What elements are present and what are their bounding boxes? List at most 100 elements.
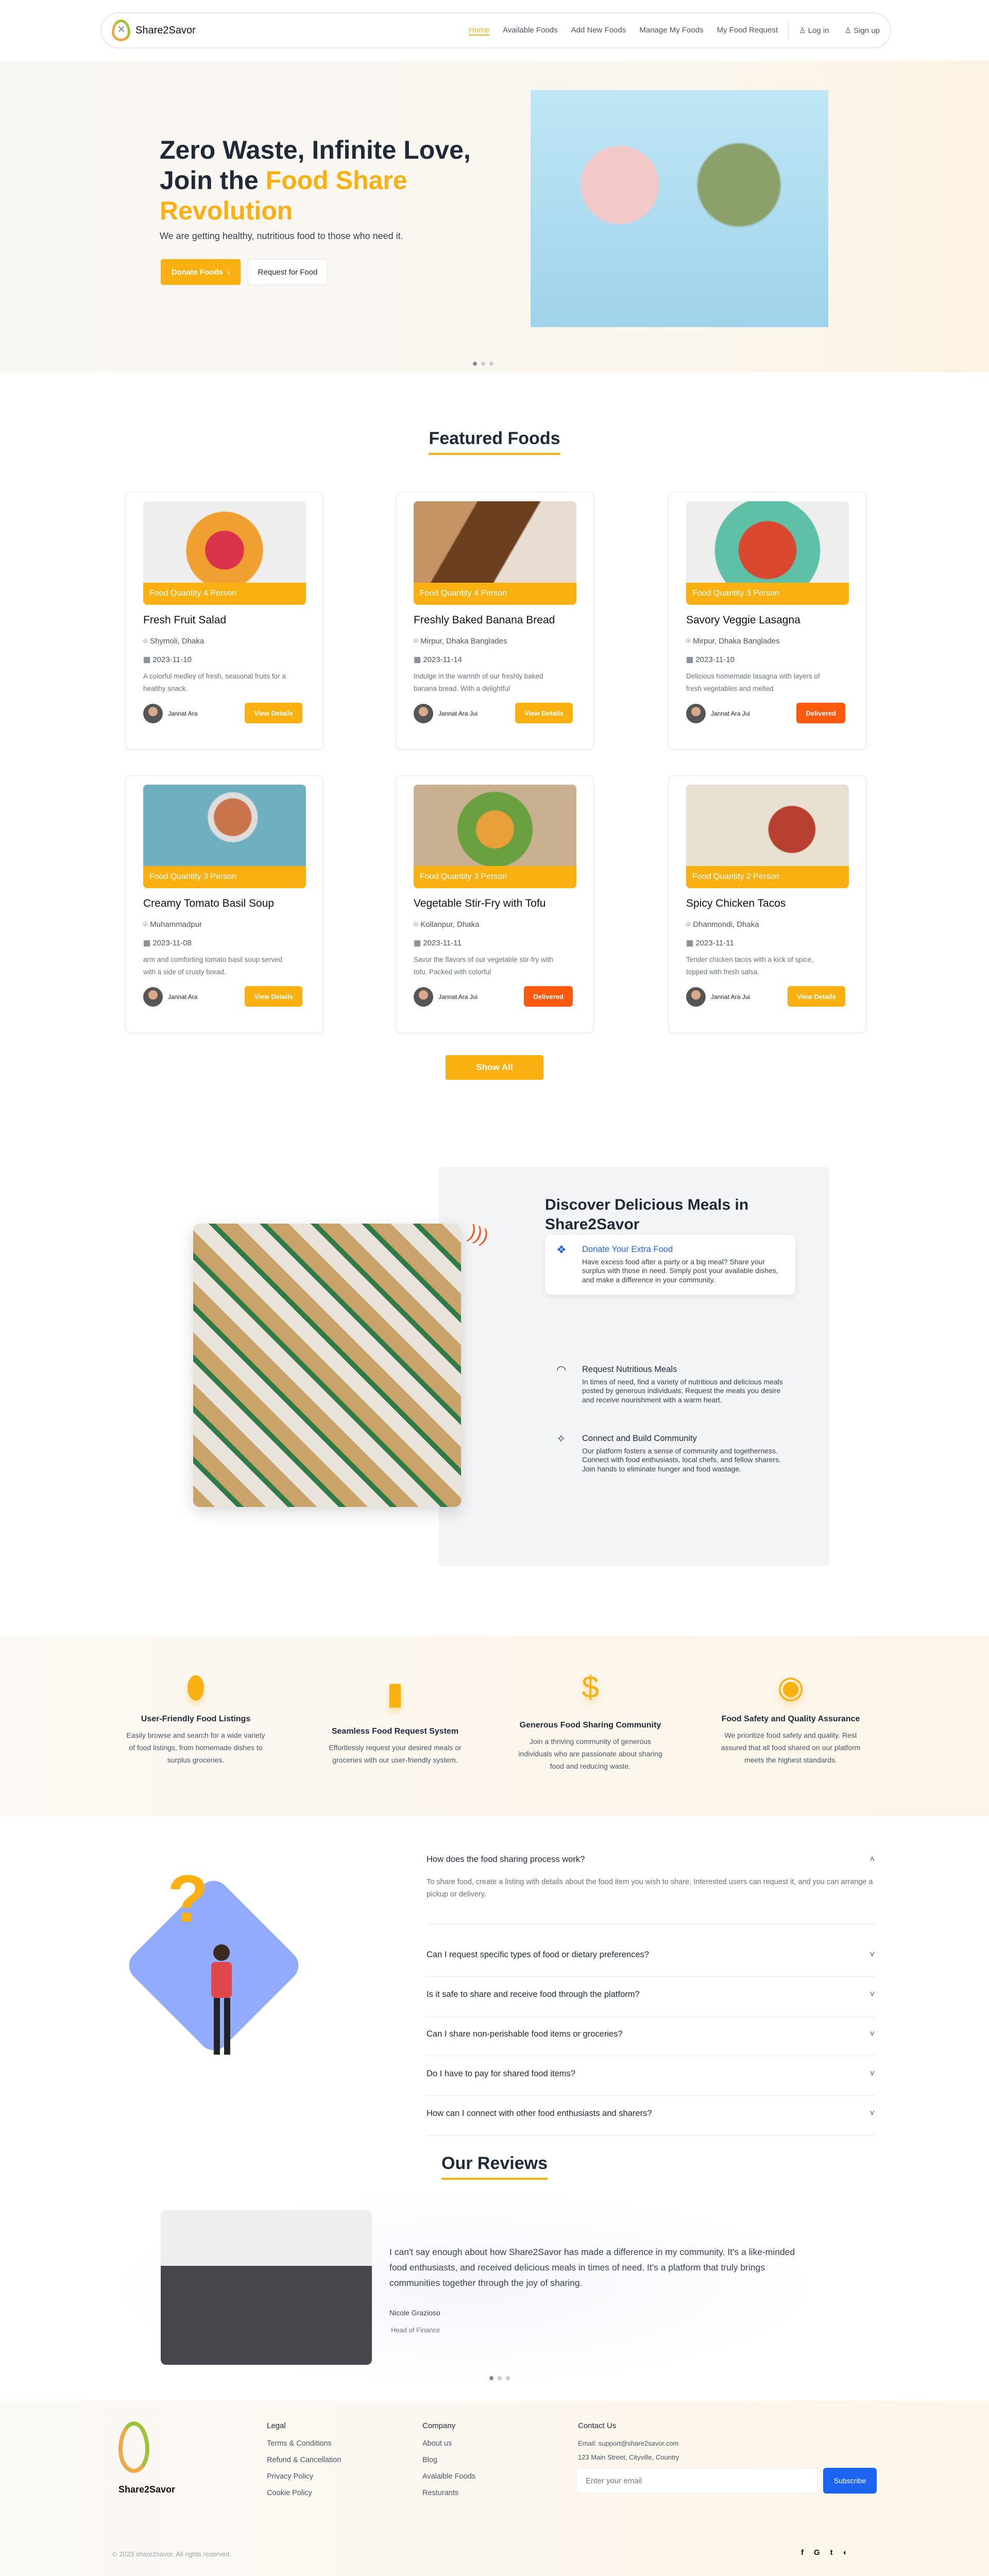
food-description: Savor the flavors of our vegetable stir-… <box>414 956 553 976</box>
owner-avatar <box>686 704 706 723</box>
food-date: ▦ 2023-11-11 <box>414 939 462 947</box>
faq-item[interactable]: Can I request specific types of food or … <box>427 1937 875 1977</box>
available-foods-link[interactable]: Avalaible Foods <box>422 2472 475 2481</box>
chevron-down-icon[interactable]: ˅ <box>869 2109 875 2119</box>
show-all-button[interactable]: Show All <box>446 1055 543 1080</box>
food-quantity-badge: Food Quantity 3 Person <box>686 583 849 605</box>
faq-item[interactable]: Do I have to pay for shared food items? ˅ <box>427 2056 875 2096</box>
faq-question[interactable]: Is it safe to share and receive food thr… <box>427 1990 875 1999</box>
about-link[interactable]: About us <box>422 2439 475 2448</box>
blog-link[interactable]: Blog <box>422 2456 475 2464</box>
chevron-down-icon[interactable]: ˅ <box>869 2069 875 2079</box>
discover-item-donate[interactable]: ❖ Donate Your Extra Food Have excess food … <box>545 1235 795 1295</box>
food-location: ⌾ Shymoli, Dhaka <box>143 637 204 646</box>
chevron-up-icon[interactable]: ˄ <box>869 1855 875 1865</box>
nav-add-new-foods[interactable]: Add New Foods <box>571 26 626 36</box>
google-icon[interactable]: G <box>814 2548 820 2557</box>
privacy-link[interactable]: Privacy Policy <box>267 2472 341 2481</box>
food-location: ⌾ Dhanmondi, Dhaka <box>686 920 759 929</box>
food-description: A colorful medley of fresh, seasonal fru… <box>143 672 286 692</box>
nav-available-foods[interactable]: Available Foods <box>503 26 557 36</box>
signup-label: Sign up <box>854 26 880 35</box>
github-icon[interactable]: ◐ <box>843 2548 848 2557</box>
location-pin-icon: ⌾ <box>414 637 421 646</box>
nav-home[interactable]: Home <box>469 26 490 36</box>
owner-avatar <box>143 987 163 1007</box>
hero-slider-dots[interactable] <box>473 362 493 366</box>
subscribe-button[interactable]: Subscribe <box>823 2468 877 2494</box>
brand-logo[interactable] <box>112 20 130 41</box>
view-details-button[interactable]: View Details <box>245 986 302 1007</box>
reviewer-photo <box>161 2210 372 2365</box>
calendar-icon: ▦ <box>143 655 153 664</box>
food-image <box>686 501 849 583</box>
refund-link[interactable]: Refund & Cancellation <box>267 2456 341 2464</box>
owner-avatar <box>414 704 433 723</box>
faq-item[interactable]: How does the food sharing process work? ˄… <box>427 1855 875 1924</box>
food-card: Food Quantity 3 Person Vegetable Stir-Fr… <box>396 775 594 1033</box>
food-name: Vegetable Stir-Fry with Tofu <box>414 897 546 909</box>
chevron-down-icon[interactable]: ˅ <box>869 1950 875 1960</box>
brand-name[interactable]: Share2Savor <box>135 25 196 37</box>
featured-title: Featured Foods <box>0 429 989 455</box>
twitter-icon[interactable]: t <box>830 2548 833 2557</box>
food-name: Spicy Chicken Tacos <box>686 897 786 909</box>
cookie-link[interactable]: Cookie Policy <box>267 2489 341 2497</box>
feature-text: Effortlessly request your desired meals … <box>329 1743 462 1764</box>
item-text: In times of need, find a variety of nutr… <box>582 1377 783 1404</box>
terms-link[interactable]: Terms & Conditions <box>267 2439 341 2448</box>
gauge-icon: ◠ <box>556 1363 567 1376</box>
login-link[interactable]: ♙ Log in <box>799 26 829 35</box>
faq-item[interactable]: Can I share non-perishable food items or… <box>427 2016 875 2056</box>
map-pin-icon: ⬮ <box>186 1670 206 1704</box>
food-image <box>414 785 576 866</box>
company-heading: Company <box>422 2421 456 2430</box>
chevron-down-icon[interactable]: ˅ <box>869 1990 875 1999</box>
signup-link[interactable]: ♙ Sign up <box>845 26 880 35</box>
owner-name: Jannat Ara <box>168 993 198 1001</box>
discover-item-request[interactable]: ◠ Request Nutritious Meals In times of nee… <box>545 1355 795 1415</box>
nav-my-food-request[interactable]: My Food Request <box>717 26 778 36</box>
view-details-button[interactable]: View Details <box>515 703 573 723</box>
feature-title: User-Friendly Food Listings <box>141 1715 251 1723</box>
newsletter-email-input[interactable] <box>576 2468 818 2494</box>
faq-question[interactable]: Do I have to pay for shared food items? ˅ <box>427 2069 875 2079</box>
chevron-down-icon[interactable]: ˅ <box>869 2029 875 2039</box>
discover-item-connect[interactable]: ✧ Connect and Build Community Our platform… <box>545 1424 795 1484</box>
feature-text: Join a thriving community of generous in… <box>518 1737 662 1770</box>
nav-manage-my-foods[interactable]: Manage My Foods <box>639 26 703 36</box>
delivered-button[interactable]: Delivered <box>524 986 573 1007</box>
faq-item[interactable]: How can I connect with other food enthus… <box>427 2096 875 2136</box>
reviews-title: Our Reviews <box>0 2154 989 2180</box>
copyright: © 2023 share2savor. All rights reserved. <box>112 2550 231 2558</box>
food-card: Food Quantity 3 Person Creamy Tomato Bas… <box>125 775 323 1033</box>
facebook-icon[interactable]: f <box>801 2548 804 2557</box>
food-quantity-badge: Food Quantity 4 Person <box>143 583 306 605</box>
food-description: Indulge in the warmth of our freshly bak… <box>414 672 543 692</box>
delivered-button[interactable]: Delivered <box>796 703 845 723</box>
hero-section <box>0 61 989 372</box>
food-quantity-badge: Food Quantity 3 Person <box>414 866 576 888</box>
donate-foods-button[interactable]: Donate Foods › <box>161 259 241 285</box>
restaurants-link[interactable]: Resturants <box>422 2489 475 2497</box>
owner-avatar <box>686 987 706 1007</box>
request-food-button[interactable]: Request for Food <box>248 259 328 285</box>
sparkles-icon: ✧ <box>556 1432 566 1445</box>
review-slider-dots[interactable] <box>489 2376 510 2380</box>
food-location: ⌾ Muhammadpur <box>143 920 202 929</box>
owner-name: Jannat Ara <box>168 710 198 717</box>
faq-question[interactable]: Can I request specific types of food or … <box>427 1950 875 1960</box>
navbar: Share2Savor Home Available Foods Add New… <box>100 12 891 48</box>
item-title: Request Nutritious Meals <box>582 1365 677 1374</box>
feature-title: Seamless Food Request System <box>331 1727 459 1736</box>
view-details-button[interactable]: View Details <box>245 703 302 723</box>
hero-illustration <box>531 90 828 327</box>
reviewer-role: Head of Finance <box>391 2326 440 2334</box>
faq-question[interactable]: Can I share non-perishable food items or… <box>427 2029 875 2039</box>
location-pin-icon: ⌾ <box>143 637 150 646</box>
faq-question[interactable]: How does the food sharing process work? ˄ <box>427 1855 875 1865</box>
faq-item[interactable]: Is it safe to share and receive food thr… <box>427 1977 875 2016</box>
feature-title: Generous Food Sharing Community <box>519 1721 661 1730</box>
view-details-button[interactable]: View Details <box>788 986 845 1007</box>
faq-question[interactable]: How can I connect with other food enthus… <box>427 2109 875 2119</box>
